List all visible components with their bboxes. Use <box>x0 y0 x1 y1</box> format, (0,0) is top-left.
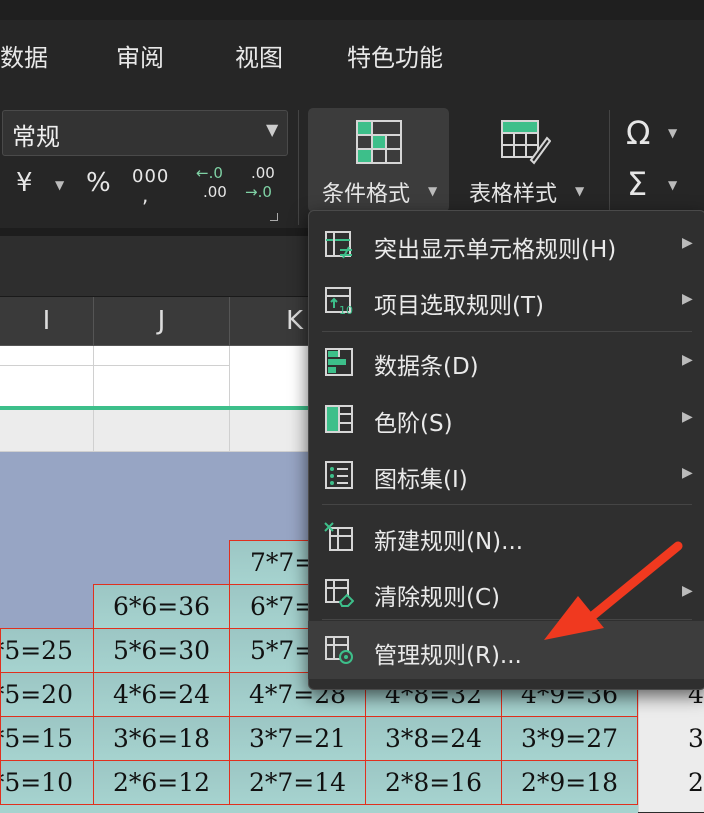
grid-cell[interactable] <box>94 410 230 452</box>
top-bottom-rules-icon: 10 <box>325 287 353 316</box>
menu-item-data-bars[interactable]: 数据条(D) ▶ <box>308 334 704 388</box>
table-cell[interactable]: 2*6=12 <box>93 760 230 805</box>
menu-separator <box>322 331 692 332</box>
table-cell[interactable]: *5=15 <box>0 716 94 761</box>
chevron-down-icon[interactable]: ▼ <box>668 178 677 192</box>
menu-item-icon-sets[interactable]: 图标集(I) ▶ <box>308 447 704 501</box>
icon-sets-icon <box>325 461 353 489</box>
chevron-down-icon[interactable]: ▼ <box>575 184 584 198</box>
column-header-i[interactable]: I <box>0 297 94 345</box>
column-header-j[interactable]: J <box>94 297 230 345</box>
tab-review[interactable]: 审阅 <box>116 38 164 73</box>
table-cell[interactable]: *5=25 <box>0 628 94 673</box>
chevron-down-icon: ▼ <box>428 184 438 198</box>
chevron-right-icon: ▶ <box>682 235 693 251</box>
grid-cell[interactable] <box>0 346 94 366</box>
grid-cell[interactable] <box>94 366 230 408</box>
menu-item-label: 突出显示单元格规则(H) <box>374 237 617 263</box>
table-cell[interactable]: 3*9=27 <box>501 716 638 761</box>
table-cell[interactable]: 5*7=35 <box>229 628 311 673</box>
chevron-down-icon[interactable]: ▼ <box>668 126 677 140</box>
table-cell[interactable]: 3*8=24 <box>365 716 502 761</box>
increase-decimal-top[interactable]: ←.0 <box>196 164 223 182</box>
menu-item-label: 色阶(S) <box>374 411 453 437</box>
dialog-launcher-icon[interactable] <box>270 213 278 221</box>
table-cell[interactable]: *5=10 <box>0 760 94 805</box>
table-cell[interactable]: 2*9=18 <box>501 760 638 805</box>
table-cell[interactable]: 2*7=14 <box>229 760 366 805</box>
table-cell[interactable]: 2*8=16 <box>365 760 502 805</box>
svg-text:10: 10 <box>339 304 353 316</box>
table-style-icon <box>501 120 551 165</box>
menu-item-label: 数据条(D) <box>374 354 479 380</box>
table-cell[interactable]: 5*6=30 <box>93 628 230 673</box>
tab-data[interactable]: 数据 <box>0 38 48 73</box>
conditional-format-label: 条件格式 <box>322 182 411 207</box>
chevron-right-icon: ▶ <box>682 409 693 425</box>
title-strip <box>0 0 704 20</box>
table-style-label[interactable]: 表格样式 <box>469 176 557 208</box>
annotation-arrow-icon <box>544 541 683 640</box>
table-cell[interactable]: 4*6=24 <box>93 672 230 717</box>
menu-item-top-bottom-rules[interactable]: 10 项目选取规则(T) ▶ <box>308 273 704 327</box>
menu-item-label: 新建规则(N)... <box>374 529 524 555</box>
chevron-down-icon[interactable]: ▼ <box>55 178 64 192</box>
menu-item-label: 项目选取规则(T) <box>374 293 544 319</box>
increase-decimal-bottom[interactable]: .00 <box>203 183 227 201</box>
highlight-cells-icon <box>325 231 352 259</box>
decrease-decimal-top[interactable]: .00 <box>251 164 275 182</box>
new-rule-icon <box>324 522 353 551</box>
autosum-button[interactable]: Σ <box>627 165 647 203</box>
table-cell[interactable]: 3*7=21 <box>229 716 366 761</box>
menu-item-label: 图标集(I) <box>374 467 468 493</box>
table-cell[interactable]: 2 <box>688 768 704 797</box>
table-cell[interactable]: 6*6=36 <box>93 584 230 629</box>
decrease-decimal-bottom[interactable]: →.0 <box>245 183 272 201</box>
grid-cell[interactable] <box>230 410 310 452</box>
grid-cell[interactable] <box>94 346 230 366</box>
percent-format-button[interactable]: % <box>86 168 111 198</box>
number-format-value: 常规 <box>12 123 60 151</box>
menu-item-highlight-cells-rules[interactable]: 突出显示单元格规则(H) ▶ <box>308 217 704 271</box>
ribbon-divider <box>298 110 299 225</box>
grid-cell[interactable] <box>0 366 94 408</box>
tab-special-features[interactable]: 特色功能 <box>347 38 443 73</box>
table-cell[interactable]: 3*6=18 <box>93 716 230 761</box>
menu-item-label: 管理规则(R)... <box>374 643 522 669</box>
tab-view[interactable]: 视图 <box>235 38 283 73</box>
conditional-format-icon <box>356 120 402 164</box>
grid-cell[interactable] <box>0 410 94 452</box>
chevron-right-icon: ▶ <box>682 352 693 368</box>
chevron-right-icon: ▶ <box>682 465 693 481</box>
color-scales-icon <box>325 405 353 433</box>
menu-item-color-scales[interactable]: 色阶(S) ▶ <box>308 391 704 445</box>
chevron-right-icon: ▶ <box>682 291 693 307</box>
currency-format-button[interactable]: ¥ <box>16 168 33 198</box>
chevron-down-icon: ▼ <box>266 120 279 139</box>
table-cell[interactable]: 7*7=49 <box>229 540 311 585</box>
menu-separator <box>322 504 692 505</box>
thousands-separator-button[interactable]: 000 <box>132 166 169 187</box>
table-cell[interactable]: *5=20 <box>0 672 94 717</box>
table-cell[interactable]: 3 <box>688 724 704 753</box>
menu-item-label: 清除规则(C) <box>374 585 501 611</box>
comma-icon: , <box>142 183 149 207</box>
manage-rules-icon <box>325 636 353 664</box>
data-bars-icon <box>325 348 353 376</box>
symbol-button[interactable]: Ω <box>626 114 650 152</box>
ribbon-divider <box>609 110 610 225</box>
clear-rules-icon <box>325 579 354 607</box>
table-cell[interactable]: 6*7=42 <box>229 584 311 629</box>
